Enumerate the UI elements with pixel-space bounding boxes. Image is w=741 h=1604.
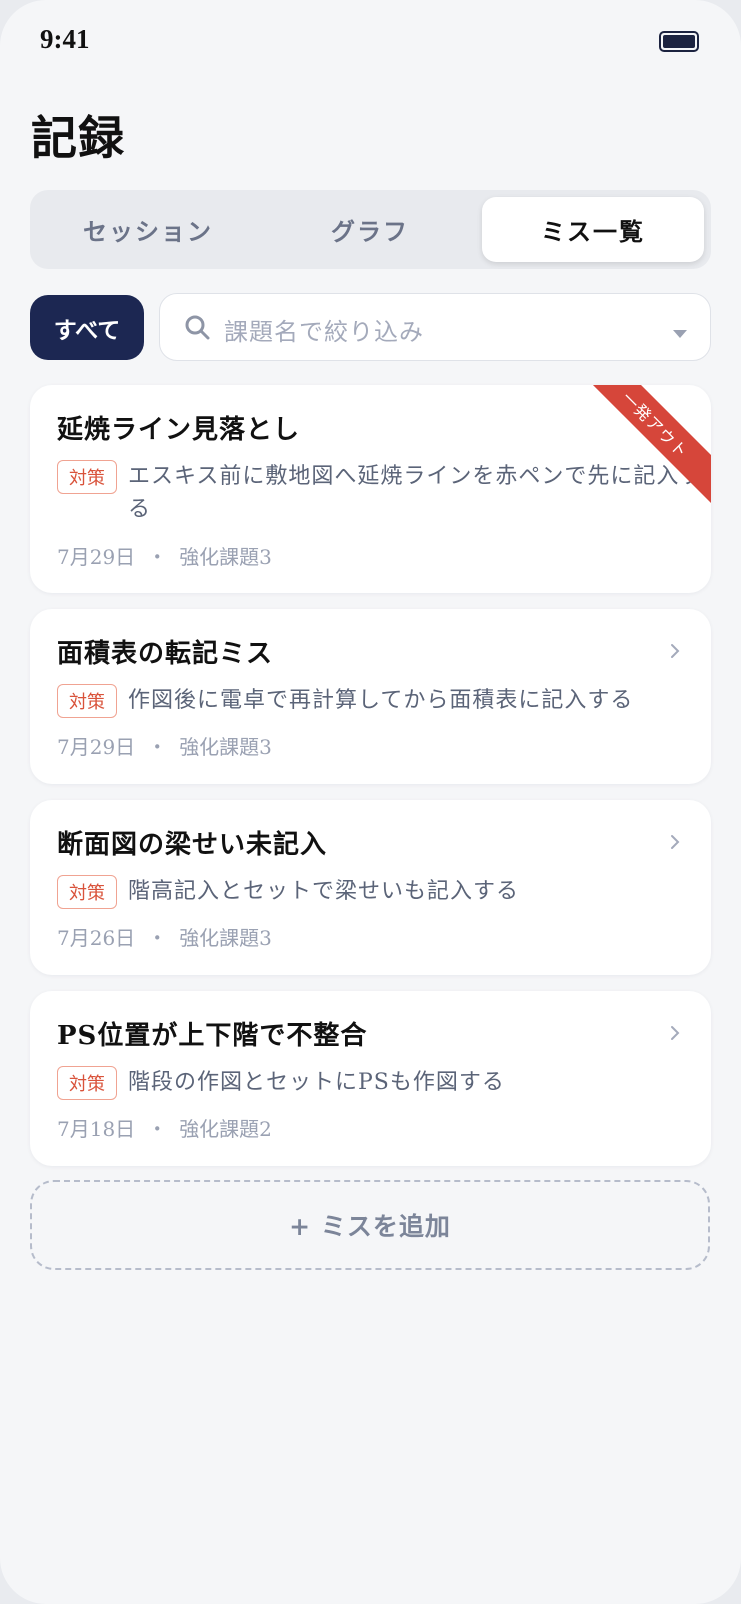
chevron-right-icon: [670, 834, 680, 854]
segmented-control: セッション グラフ ミス一覧: [30, 190, 711, 269]
filter-all-button[interactable]: すべて: [30, 295, 144, 360]
status-time: 9:41: [40, 24, 90, 54]
mistake-title: PS位置が上下階で不整合: [57, 1021, 368, 1051]
measure-tag: 対策: [57, 1066, 117, 1100]
tab-graph[interactable]: グラフ: [259, 197, 481, 262]
measure-text: エスキス前に敷地図へ延焼ラインを赤ペンで先に記入する: [128, 464, 703, 522]
status-bar: 9:41: [0, 0, 741, 84]
mistake-assignment: 強化課題3: [179, 926, 272, 950]
mistake-title: 断面図の梁せい未記入: [57, 830, 328, 860]
mistake-date: 7月26日: [57, 926, 136, 950]
search-icon: [184, 314, 210, 344]
mistake-date: 7月18日: [57, 1117, 136, 1141]
chevron-right-icon: [670, 1025, 680, 1045]
measure-tag: 対策: [57, 460, 117, 494]
mistake-meta: 7月29日・強化課題3: [57, 541, 272, 570]
add-mistake-button[interactable]: + ミスを追加: [30, 1180, 710, 1270]
mistake-assignment: 強化課題3: [179, 735, 272, 759]
mistake-card[interactable]: 断面図の梁せい未記入 対策 階高記入とセットで梁せいも記入する 7月26日・強化…: [30, 800, 711, 975]
mistake-date: 7月29日: [57, 545, 136, 569]
mistake-meta: 7月26日・強化課題3: [57, 922, 272, 951]
meta-separator: ・: [147, 545, 168, 569]
chevron-right-icon: [670, 643, 680, 663]
mistake-card[interactable]: PS位置が上下階で不整合 対策 階段の作図とセットにPSも作図する 7月18日・…: [30, 991, 711, 1166]
mistake-card[interactable]: 面積表の転記ミス 対策 作図後に電卓で再計算してから面積表に記入する 7月29日…: [30, 609, 711, 784]
measure-text: 階高記入とセットで梁せいも記入する: [128, 879, 520, 904]
measure-text: 作図後に電卓で再計算してから面積表に記入する: [128, 688, 634, 713]
mistake-card[interactable]: 延焼ライン見落とし 対策 エスキス前に敷地図へ延焼ラインを赤ペンで先に記入する …: [30, 385, 711, 593]
measure-tag: 対策: [57, 875, 117, 909]
tab-sessions[interactable]: セッション: [37, 197, 259, 262]
dropdown-caret-icon: [672, 324, 688, 343]
assignment-filter-select[interactable]: 課題名で絞り込み: [159, 293, 711, 361]
meta-separator: ・: [147, 926, 168, 950]
mistake-date: 7月29日: [57, 735, 136, 759]
mistake-meta: 7月29日・強化課題3: [57, 731, 272, 760]
measure-text: 階段の作図とセットにPSも作図する: [128, 1070, 505, 1095]
mistake-assignment: 強化課題3: [179, 545, 272, 569]
mistake-title: 延焼ライン見落とし: [57, 415, 301, 445]
page-title: 記録: [31, 111, 125, 165]
mistake-title: 面積表の転記ミス: [57, 639, 274, 669]
phone-screen: 9:41 記録 セッション グラフ ミス一覧 すべて 課題名で絞り込み 延焼ライ…: [0, 0, 741, 1604]
meta-separator: ・: [147, 735, 168, 759]
measure-tag: 対策: [57, 684, 117, 718]
battery-icon: [659, 31, 699, 52]
tab-mistake-list[interactable]: ミス一覧: [482, 197, 704, 262]
mistake-meta: 7月18日・強化課題2: [57, 1113, 272, 1142]
meta-separator: ・: [147, 1117, 168, 1141]
mistake-assignment: 強化課題2: [179, 1117, 272, 1141]
search-placeholder: 課題名で絞り込み: [224, 318, 424, 346]
